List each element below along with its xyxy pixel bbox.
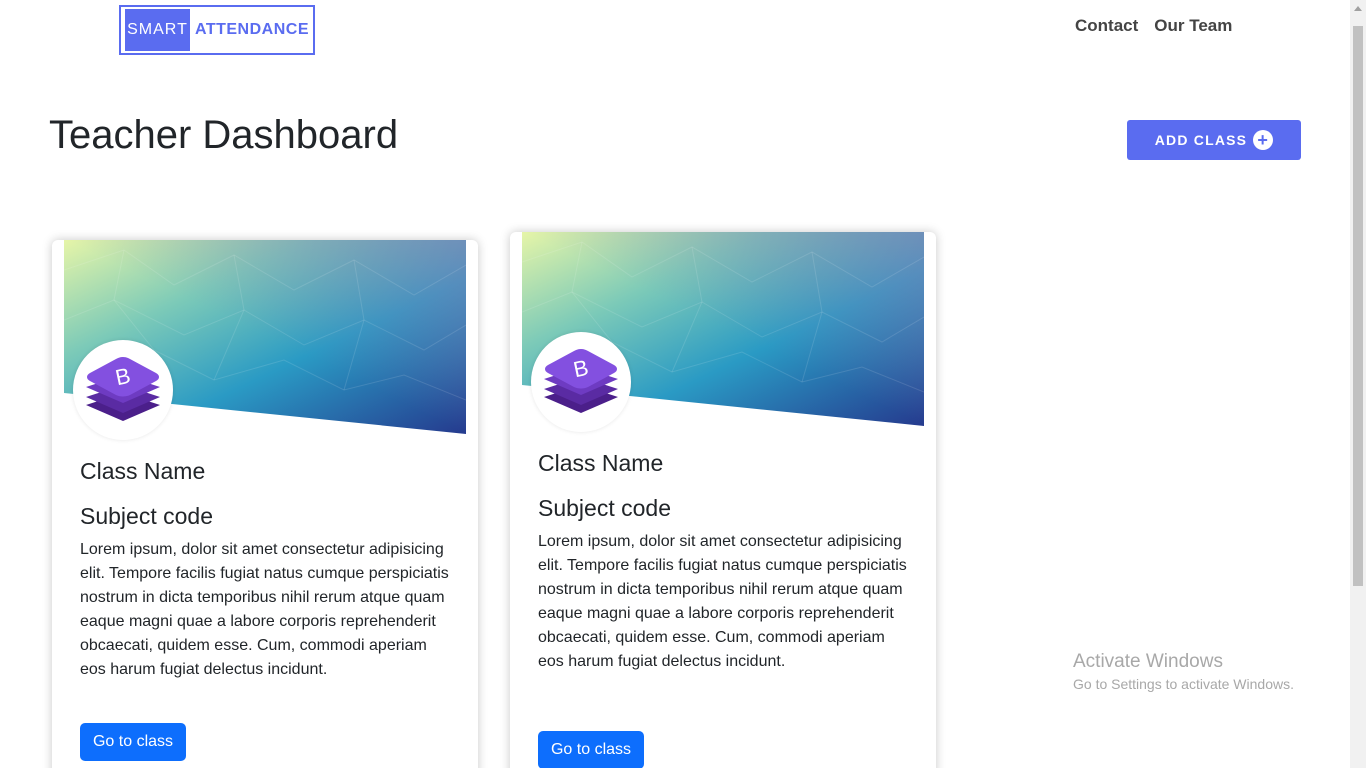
plus-circle-icon: + (1253, 130, 1274, 150)
class-description: Lorem ipsum, dolor sit amet consectetur … (538, 533, 907, 670)
activate-windows-watermark: Activate Windows Go to Settings to activ… (1073, 651, 1294, 692)
bootstrap-stack-icon: B (86, 357, 160, 421)
subject-code: Subject code (80, 503, 213, 529)
nav-our-team-link[interactable]: Our Team (1154, 16, 1232, 36)
bootstrap-logo-avatar: B (73, 340, 173, 440)
scrollbar-thumb[interactable] (1353, 26, 1363, 586)
brand-logo[interactable]: SMART ATTENDANCE (119, 5, 315, 55)
watermark-title: Activate Windows (1073, 651, 1223, 672)
subject-code: Subject code (538, 495, 671, 521)
class-description: Lorem ipsum, dolor sit amet consectetur … (80, 541, 449, 678)
class-name-title: Class Name (80, 458, 206, 484)
watermark-subtitle: Go to Settings to activate Windows. (1073, 676, 1294, 692)
go-to-class-button[interactable]: Go to class (80, 723, 186, 761)
go-to-class-button[interactable]: Go to class (538, 731, 644, 768)
top-nav: Contact Our Team (1075, 16, 1232, 36)
bootstrap-logo-avatar: B (531, 332, 631, 432)
nav-contact-link[interactable]: Contact (1075, 16, 1138, 36)
vertical-scrollbar[interactable] (1350, 0, 1366, 768)
logo-smart-text: SMART (125, 9, 190, 51)
class-card: B Class Name Subject code Lorem ipsum, d… (510, 232, 936, 768)
add-class-label: ADD CLASS (1154, 132, 1248, 148)
page-title: Teacher Dashboard (49, 113, 399, 157)
class-card: B Class Name Subject code Lorem ipsum, d… (52, 240, 478, 768)
add-class-button[interactable]: ADD CLASS + (1127, 120, 1301, 160)
bootstrap-stack-icon: B (544, 349, 618, 413)
scroll-up-arrow-icon[interactable] (1354, 6, 1362, 11)
class-name-title: Class Name (538, 450, 664, 476)
logo-attendance-text: ATTENDANCE (194, 21, 309, 38)
